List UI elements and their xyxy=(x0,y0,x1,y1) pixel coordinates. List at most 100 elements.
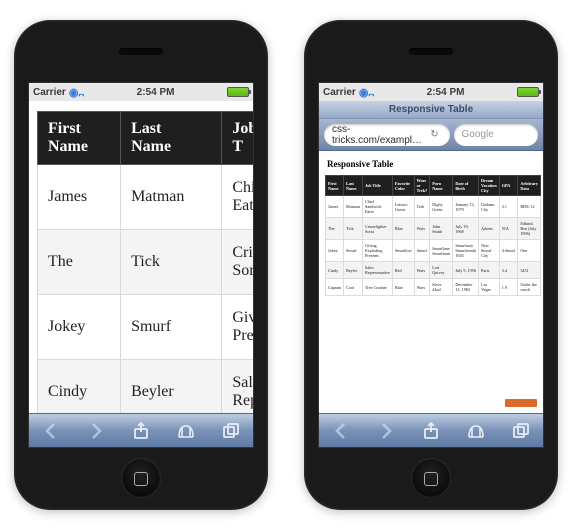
table-row: JamesMatmanChief SEater xyxy=(38,165,254,230)
table-cell: Wars xyxy=(414,279,430,296)
iphone-left: Carrier ◉᎔ 2:54 PM FirstNameLastNameJobT… xyxy=(14,20,268,510)
table-cell: 4.Smurf xyxy=(499,240,518,262)
table-cell: Lettuce Green xyxy=(392,196,414,218)
table-row: TheTickCrimefighter SortaBlueWarsJohn Sm… xyxy=(326,218,541,240)
tabs-button[interactable] xyxy=(220,420,242,442)
table-cell: Giving Exploding Presents xyxy=(363,240,393,262)
bookmarks-button[interactable] xyxy=(175,420,197,442)
table-cell: Tree Crusher xyxy=(363,279,393,296)
carrier-label: Carrier xyxy=(323,87,356,98)
table-cell: Beyler xyxy=(344,262,363,279)
table-header: FirstName xyxy=(38,112,121,165)
table-header: Porn Name xyxy=(430,176,453,196)
share-button[interactable] xyxy=(130,420,152,442)
forward-button[interactable] xyxy=(85,420,107,442)
table-cell: Chief SEater xyxy=(222,165,253,230)
table-cell: July 5, 1956 xyxy=(453,262,479,279)
table-cell: John Smith xyxy=(430,218,453,240)
table-cell: Smurf xyxy=(344,240,363,262)
table-cell: Trek xyxy=(414,196,430,218)
table-header: Last Name xyxy=(344,176,363,196)
table-cell: CrimefSorta xyxy=(222,230,253,295)
table-row: CindyBeylerSalesRepres xyxy=(38,360,254,414)
table-cell: Under the couch xyxy=(518,279,541,296)
table-cell: Gotham City xyxy=(479,196,500,218)
table-cell: Jokey xyxy=(38,295,121,360)
table-header: Dream Vacation City xyxy=(479,176,500,196)
data-table-zoomed: FirstNameLastNameJobT JamesMatmanChief S… xyxy=(37,111,253,413)
table-cell: Cool xyxy=(344,279,363,296)
screen-left: Carrier ◉᎔ 2:54 PM FirstNameLastNameJobT… xyxy=(28,82,254,448)
table-cell: Las Vegas xyxy=(479,279,500,296)
search-field[interactable]: Google xyxy=(454,124,538,146)
table-header: Wars or Trek? xyxy=(414,176,430,196)
forward-button[interactable] xyxy=(375,420,397,442)
page-heading: Responsive Table xyxy=(327,159,537,169)
table-cell: Blue xyxy=(392,218,414,240)
table-cell: Matman xyxy=(344,196,363,218)
table-cell: James xyxy=(326,196,344,218)
table-row: JamesMatmanChief Sandwich EaterLettuce G… xyxy=(326,196,541,218)
url-field[interactable]: css-tricks.com/exampl… ↻ xyxy=(324,124,450,146)
table-cell: Chief Sandwich Eater xyxy=(363,196,393,218)
table-cell: Captain xyxy=(326,279,344,296)
table-cell: Tick xyxy=(344,218,363,240)
share-button[interactable] xyxy=(420,420,442,442)
table-cell: Digby Green xyxy=(430,196,453,218)
webpage-content-right[interactable]: Responsive Table First NameLast NameJob … xyxy=(319,151,543,413)
table-cell: Crimefighter Sorta xyxy=(363,218,393,240)
table-cell: Wars xyxy=(414,262,430,279)
table-cell: 3451 xyxy=(518,262,541,279)
screen-right: Carrier ◉᎔ 2:54 PM Responsive Table css-… xyxy=(318,82,544,448)
table-header: JobT xyxy=(222,112,253,165)
status-bar: Carrier ◉᎔ 2:54 PM xyxy=(319,83,543,101)
corner-badge xyxy=(505,399,537,407)
table-header: Favorite Color xyxy=(392,176,414,196)
table-cell: Wars xyxy=(414,218,430,240)
table-cell: Cindy xyxy=(326,262,344,279)
back-button[interactable] xyxy=(40,420,62,442)
carrier-label: Carrier xyxy=(33,87,66,98)
browser-toolbar xyxy=(319,413,543,447)
table-cell: Smurflow xyxy=(392,240,414,262)
table-cell: Smurf xyxy=(121,295,222,360)
table-cell: Paris xyxy=(479,262,500,279)
wifi-icon: ◉᎔ xyxy=(69,85,84,100)
table-cell: Sales Representative xyxy=(363,262,393,279)
url-text: css-tricks.com/exampl… xyxy=(332,124,427,146)
table-cell: Edlund, Ben (July 1996) xyxy=(518,218,541,240)
table-cell: December 13, 1982 xyxy=(453,279,479,296)
table-cell: Smurfuary Smurfteenth 1945 xyxy=(453,240,479,262)
table-cell: New Smurf City xyxy=(479,240,500,262)
table-cell: July 19, 1968 xyxy=(453,218,479,240)
tabs-button[interactable] xyxy=(510,420,532,442)
reload-icon[interactable]: ↻ xyxy=(427,129,441,140)
table-cell: Smurflane Smurfmutt xyxy=(430,240,453,262)
table-cell: January 13, 1979 xyxy=(453,196,479,218)
table-header: GPA xyxy=(499,176,518,196)
iphone-right: Carrier ◉᎔ 2:54 PM Responsive Table css-… xyxy=(304,20,558,510)
table-header: Date of Birth xyxy=(453,176,479,196)
table-header: First Name xyxy=(326,176,344,196)
webpage-content-left[interactable]: FirstNameLastNameJobT JamesMatmanChief S… xyxy=(29,101,253,413)
table-cell: One xyxy=(518,240,541,262)
table-cell: 3.1 xyxy=(499,196,518,218)
table-header: Arbitrary Data xyxy=(518,176,541,196)
back-button[interactable] xyxy=(330,420,352,442)
table-row: JokeySmurfGivingPresen xyxy=(38,295,254,360)
bookmarks-button[interactable] xyxy=(465,420,487,442)
table-cell: N/A xyxy=(499,218,518,240)
table-cell: RBX-12 xyxy=(518,196,541,218)
wifi-icon: ◉᎔ xyxy=(359,85,374,100)
table-cell: The xyxy=(38,230,121,295)
table-cell: James xyxy=(38,165,121,230)
search-placeholder: Google xyxy=(462,129,494,140)
table-cell: Cindy xyxy=(38,360,121,414)
table-cell: SalesRepres xyxy=(222,360,253,414)
table-row: TheTickCrimefSorta xyxy=(38,230,254,295)
table-row: JokeySmurfGiving Exploding PresentsSmurf… xyxy=(326,240,541,262)
status-bar: Carrier ◉᎔ 2:54 PM xyxy=(29,83,253,101)
table-row: CindyBeylerSales RepresentativeRedWarsLo… xyxy=(326,262,541,279)
browser-toolbar xyxy=(29,413,253,447)
table-row: CaptainCoolTree CrusherBlueWarsSteve 42n… xyxy=(326,279,541,296)
